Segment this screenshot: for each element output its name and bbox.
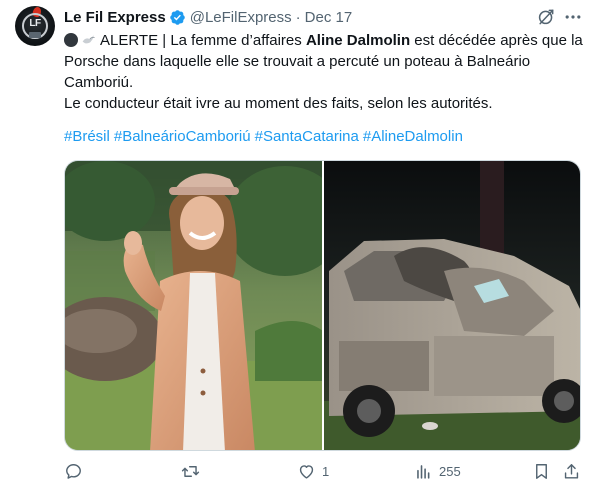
more-options-icon[interactable]: [563, 7, 583, 27]
like-count: 1: [322, 464, 330, 479]
repost-icon: [181, 466, 200, 477]
share-button[interactable]: [562, 462, 581, 481]
black-circle-emoji-icon: [64, 33, 78, 47]
tweet-line-4: Le conducteur était ivre au moment des f…: [64, 95, 493, 112]
tweet-header: Le Fil Express @LeFilExpress · Dec 17: [64, 7, 352, 27]
tweet-bold-name: Aline Dalmolin: [305, 32, 411, 49]
author-avatar[interactable]: LF: [15, 6, 55, 46]
views-icon: [417, 465, 430, 479]
heart-icon: [299, 465, 314, 479]
author-handle[interactable]: @LeFilExpress: [190, 9, 292, 26]
bookmark-button[interactable]: [532, 462, 551, 481]
reply-button[interactable]: [64, 462, 89, 481]
dove-emoji-icon: [82, 35, 95, 44]
avatar-text: LF: [29, 18, 41, 29]
logo-base: [29, 32, 41, 38]
grok-icon[interactable]: [536, 7, 556, 27]
views-button[interactable]: 255: [414, 462, 461, 481]
share-icon: [564, 464, 579, 479]
tweet-line-3: Camboriú.: [64, 74, 134, 91]
views-count: 255: [439, 464, 461, 479]
crashed-car-photo[interactable]: [324, 161, 580, 450]
header-separator: ·: [295, 8, 301, 26]
crash-illustration: [324, 161, 580, 450]
hashtag-link[interactable]: #SantaCatarina: [255, 128, 359, 145]
portrait-illustration: [65, 161, 322, 450]
hashtag-link[interactable]: #BalneárioCamboriú: [114, 128, 251, 145]
tweet-text-part: ALERTE | La femme d’affaires: [100, 32, 306, 49]
bookmark-icon: [536, 464, 547, 479]
hashtag-link[interactable]: #Brésil: [64, 128, 110, 145]
repost-button[interactable]: [181, 462, 206, 481]
tweet-line-1: ALERTE | La femme d’affaires Aline Dalmo…: [64, 30, 583, 51]
like-button[interactable]: 1: [297, 462, 329, 481]
tweet-body: ALERTE | La femme d’affaires Aline Dalmo…: [64, 30, 583, 114]
hashtag-link[interactable]: #AlineDalmolin: [363, 128, 463, 145]
tweet-media: [64, 160, 581, 451]
reply-icon: [66, 464, 81, 479]
tweet-text-part: est décédée après que la: [410, 32, 583, 49]
hashtag-list: #Brésil #BalneárioCamboriú #SantaCatarina #…: [64, 128, 467, 145]
tweet-date[interactable]: Dec 17: [305, 9, 353, 26]
tweet-actions: 1 255: [64, 462, 584, 484]
verified-badge-icon: [169, 9, 185, 25]
woman-portrait-photo[interactable]: [65, 161, 322, 450]
tweet-line-2: Porsche dans laquelle elle se trouvait a…: [64, 53, 531, 70]
author-display-name[interactable]: Le Fil Express: [64, 9, 166, 26]
